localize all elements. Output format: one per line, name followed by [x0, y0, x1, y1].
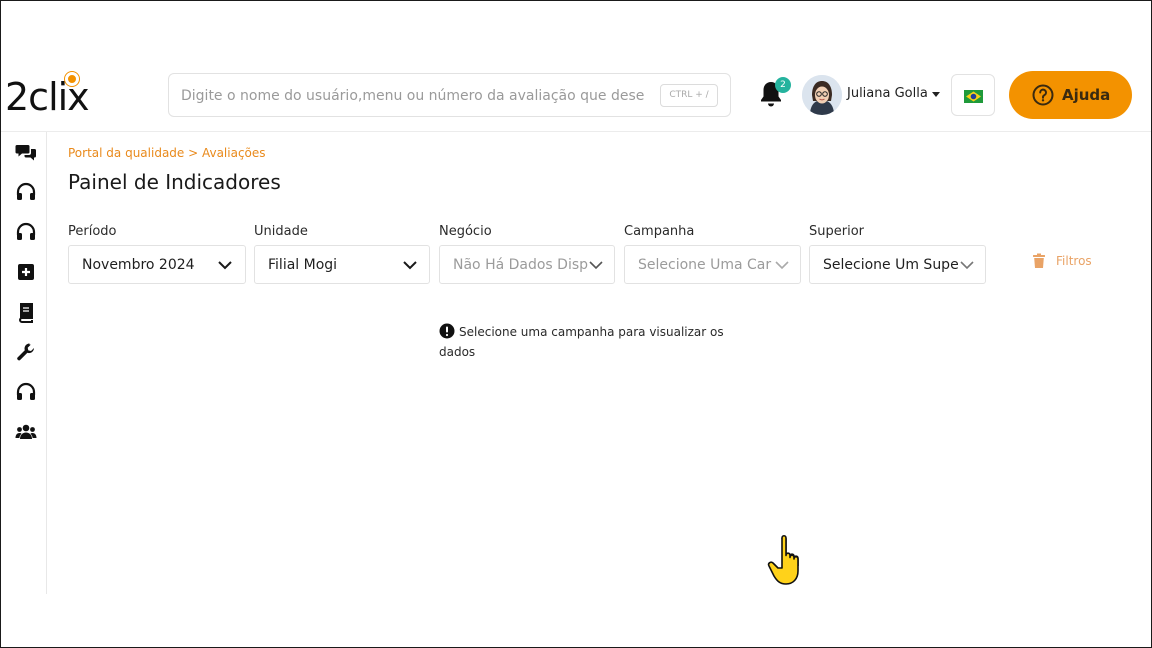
caret-down-icon[interactable]	[932, 92, 940, 97]
chevron-down-icon	[218, 261, 232, 270]
book-icon[interactable]	[15, 301, 37, 323]
headset-icon[interactable]	[15, 221, 37, 243]
app-window: 2clix CTRL + / 2 Juliana Golla	[0, 0, 1152, 648]
exclamation-circle-icon	[439, 323, 455, 339]
filters-button-label: Filtros	[1056, 254, 1092, 268]
business-label: Negócio	[439, 224, 492, 239]
brazil-flag-icon	[964, 90, 983, 103]
chevron-down-icon	[589, 261, 603, 270]
trash-icon	[1033, 253, 1045, 268]
superior-select[interactable]: Selecione Um Supe	[809, 245, 986, 284]
chevron-down-icon	[960, 261, 974, 270]
unit-label: Unidade	[254, 224, 308, 239]
global-search: CTRL + /	[168, 73, 731, 117]
period-select[interactable]: Novembro 2024	[68, 245, 246, 284]
help-button[interactable]: Ajuda	[1009, 71, 1132, 119]
wrench-icon[interactable]	[15, 341, 37, 363]
campaign-label: Campanha	[624, 224, 695, 239]
language-button[interactable]	[951, 74, 995, 116]
avatar[interactable]	[802, 75, 842, 115]
sidebar	[1, 132, 47, 594]
logo-dot-icon	[65, 72, 79, 86]
page-title: Painel de Indicadores	[68, 170, 281, 194]
notice-text: Selecione uma campanha para visualizar o…	[439, 325, 724, 359]
headset-icon[interactable]	[15, 381, 37, 403]
question-circle-icon	[1032, 84, 1054, 106]
breadcrumb[interactable]: Portal da qualidade > Avaliações	[68, 146, 266, 160]
unit-select[interactable]: Filial Mogi	[254, 245, 430, 284]
hand-pointer-cursor-icon	[767, 534, 799, 585]
business-select[interactable]: Não Há Dados Disp	[439, 245, 615, 284]
chat-bubbles-icon[interactable]	[15, 141, 37, 163]
notification-count-badge: 2	[775, 77, 791, 93]
campaign-select-value: Selecione Uma Car	[638, 257, 772, 273]
top-blank-band	[1, 1, 1151, 57]
chevron-down-icon	[775, 261, 789, 270]
superior-select-value: Selecione Um Supe	[823, 257, 959, 273]
bottom-blank-band	[1, 594, 1151, 647]
chevron-down-icon	[403, 261, 417, 270]
business-select-value: Não Há Dados Disp	[453, 257, 589, 273]
app-logo[interactable]: 2clix	[5, 69, 105, 121]
empty-state-notice: Selecione uma campanha para visualizar o…	[439, 322, 759, 362]
plus-square-icon[interactable]	[15, 261, 37, 283]
period-label: Período	[68, 224, 117, 239]
campaign-select[interactable]: Selecione Uma Car	[624, 245, 801, 284]
users-icon[interactable]	[15, 421, 37, 443]
user-name[interactable]: Juliana Golla	[847, 86, 928, 101]
superior-label: Superior	[809, 224, 864, 239]
headset-icon[interactable]	[15, 181, 37, 203]
search-input[interactable]	[181, 84, 653, 108]
period-select-value: Novembro 2024	[82, 257, 195, 273]
search-shortcut-hint: CTRL + /	[660, 84, 718, 107]
help-button-label: Ajuda	[1062, 86, 1111, 104]
unit-select-value: Filial Mogi	[268, 257, 338, 273]
